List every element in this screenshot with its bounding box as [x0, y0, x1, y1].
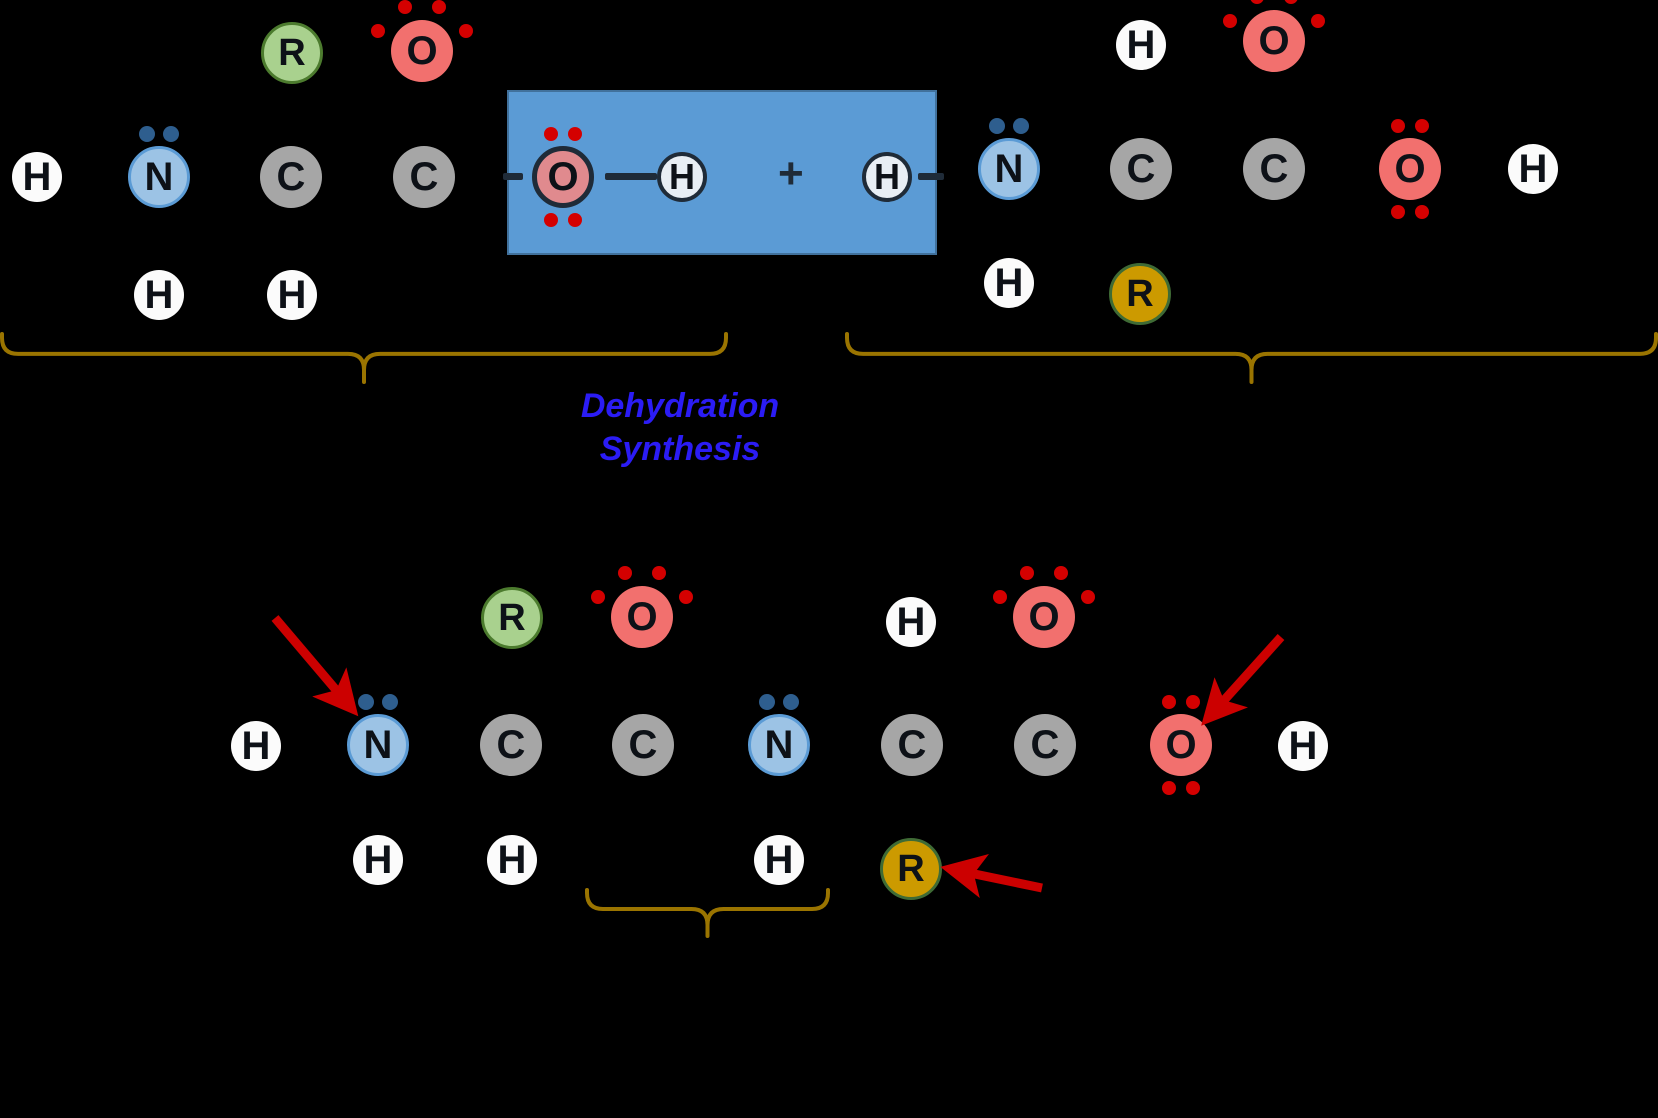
atom-c-b-c4: C [1014, 714, 1076, 776]
lone-pair-dot [432, 0, 446, 14]
lone-pair-dot [679, 590, 693, 604]
atom-h-b-h4: H [886, 597, 936, 647]
arrow-to-nitrogen [271, 615, 359, 717]
brace-amino-acid-1 [0, 332, 728, 384]
atom-r-b-r1: R [481, 587, 543, 649]
bond-right-stub [918, 173, 944, 180]
lone-pair-dot [591, 590, 605, 604]
lone-pair-dot [989, 118, 1005, 134]
atom-n-t-n2: N [978, 138, 1040, 200]
atom-h-t-hw1: H [657, 152, 707, 202]
lone-pair-dot [1081, 590, 1095, 604]
lone-pair-dot [993, 590, 1007, 604]
arrow-to-rgroup-gold [940, 853, 1043, 899]
lone-pair-dot [759, 694, 775, 710]
atom-h-b-h5: H [754, 835, 804, 885]
plus-sign: + [778, 149, 804, 198]
bond-oxygen-hydrogen [605, 173, 657, 180]
atom-h-t-hw2: H [862, 152, 912, 202]
brace-path [0, 332, 728, 384]
lone-pair-dot [1311, 14, 1325, 28]
lone-pair-dot [1162, 781, 1176, 795]
lone-pair-dot [1162, 695, 1176, 709]
atom-h-t-h4: H [1508, 144, 1558, 194]
atom-h-b-h3: H [487, 835, 537, 885]
lone-pair-dot [163, 126, 179, 142]
atom-r-b-r2: R [880, 838, 942, 900]
atom-o-t-o1: O [391, 20, 453, 82]
brace-path [585, 888, 830, 938]
atom-h-b-h1: H [231, 721, 281, 771]
atom-c-b-c3: C [881, 714, 943, 776]
atom-o-b-o1: O [611, 586, 673, 648]
lone-pair-dot [652, 566, 666, 580]
atom-c-t-c2: C [393, 146, 455, 208]
lone-pair-dot [1284, 0, 1298, 4]
atom-h-t-h3: H [267, 270, 317, 320]
lone-pair-dot [568, 127, 582, 141]
atom-h-t-h1: H [12, 152, 62, 202]
reaction-label-line-1: Dehydration [580, 387, 780, 425]
atom-r-t-r1: R [261, 22, 323, 84]
lone-pair-dot [1415, 205, 1429, 219]
lone-pair-dot [1020, 566, 1034, 580]
brace-path [845, 332, 1658, 384]
lone-pair-dot [1186, 695, 1200, 709]
lone-pair-dot [371, 24, 385, 38]
lone-pair-dot [568, 213, 582, 227]
lone-pair-dot [139, 126, 155, 142]
lone-pair-dot [618, 566, 632, 580]
atom-o-b-o2: O [1013, 586, 1075, 648]
atom-o-t-ow: O [532, 146, 594, 208]
lone-pair-dot [459, 24, 473, 38]
lone-pair-dot [544, 213, 558, 227]
lone-pair-dot [1250, 0, 1264, 4]
atom-o-b-o3: O [1150, 714, 1212, 776]
atom-h-b-h2: H [353, 835, 403, 885]
atom-c-b-c2: C [612, 714, 674, 776]
lone-pair-dot [1054, 566, 1068, 580]
atom-h-t-h6: H [984, 258, 1034, 308]
brace-peptide-bond [585, 888, 830, 938]
atom-c-b-c1: C [480, 714, 542, 776]
reaction-label: Dehydration Synthesis [540, 385, 820, 470]
lone-pair-dot [358, 694, 374, 710]
atom-c-t-c1: C [260, 146, 322, 208]
lone-pair-dot [398, 0, 412, 14]
lone-pair-dot [1186, 781, 1200, 795]
lone-pair-dot [783, 694, 799, 710]
reaction-label-line-2: Synthesis [599, 429, 761, 468]
atom-h-t-h5: H [1116, 20, 1166, 70]
lone-pair-dot [1391, 205, 1405, 219]
atom-c-t-c4: C [1243, 138, 1305, 200]
atom-c-t-c3: C [1110, 138, 1172, 200]
atom-n-b-n2: N [748, 714, 810, 776]
atom-n-b-n1: N [347, 714, 409, 776]
dehydration-synthesis-diagram: + HNCCROHHOHHNCCOHHOHRHNCCNCCOHROHOHHHR … [0, 0, 1658, 1118]
lone-pair-dot [382, 694, 398, 710]
atom-h-t-h2: H [134, 270, 184, 320]
atom-o-t-o2: O [1379, 138, 1441, 200]
lone-pair-dot [1013, 118, 1029, 134]
atom-n-t-n1: N [128, 146, 190, 208]
lone-pair-dot [1415, 119, 1429, 133]
brace-amino-acid-2 [845, 332, 1658, 384]
arrow-to-oxygen [1201, 633, 1285, 726]
atom-o-t-o3: O [1243, 10, 1305, 72]
lone-pair-dot [1391, 119, 1405, 133]
lone-pair-dot [1223, 14, 1237, 28]
atom-h-b-h6: H [1278, 721, 1328, 771]
lone-pair-dot [544, 127, 558, 141]
bond-left-stub [503, 173, 523, 180]
atom-r-t-r2: R [1109, 263, 1171, 325]
